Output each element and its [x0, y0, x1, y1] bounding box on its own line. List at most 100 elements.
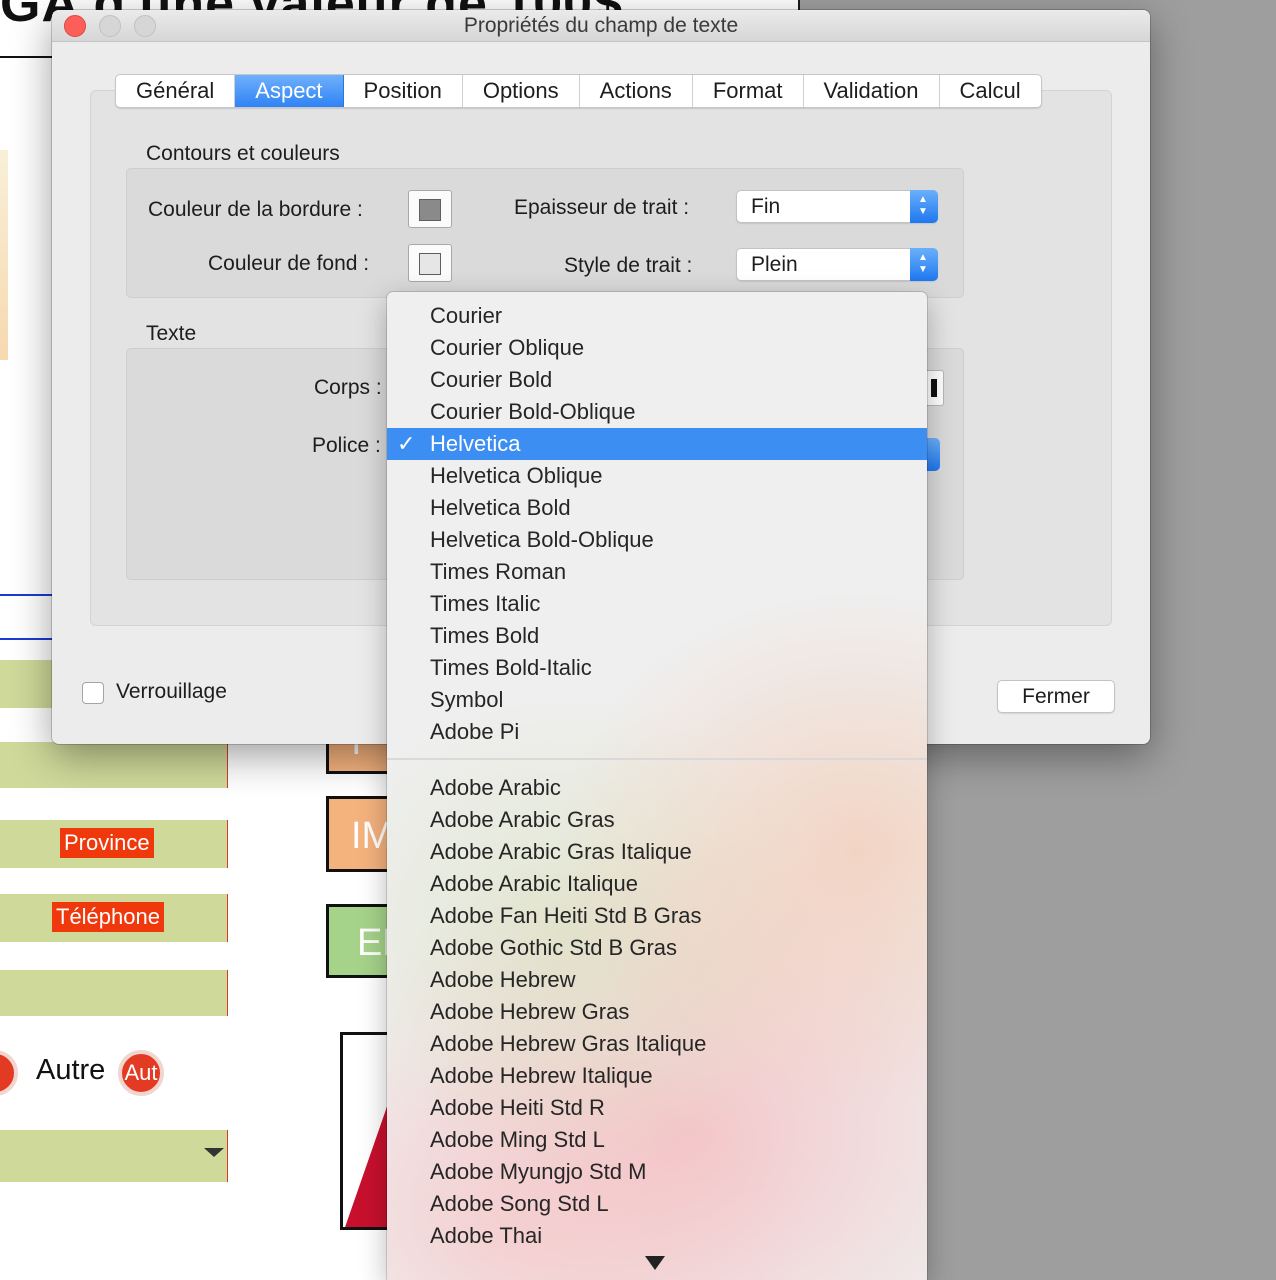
- line-style-value: Plein: [751, 253, 798, 276]
- font-menu-item[interactable]: Courier: [387, 300, 927, 332]
- line-width-label: Epaisseur de trait :: [514, 196, 690, 219]
- tab-validation[interactable]: Validation: [804, 75, 940, 107]
- font-menu-item-label: Helvetica Bold-Oblique: [430, 527, 654, 552]
- font-menu-item-label: Adobe Thai: [430, 1223, 543, 1248]
- font-menu-item-label: Times Bold: [430, 623, 540, 648]
- tab-position[interactable]: Position: [344, 75, 463, 107]
- lock-label: Verrouillage: [116, 680, 227, 703]
- font-menu-item[interactable]: Times Bold-Italic: [387, 652, 927, 684]
- font-menu-item[interactable]: Adobe Arabic Italique: [387, 868, 927, 900]
- font-menu-item-label: Adobe Heiti Std R: [430, 1095, 605, 1120]
- font-menu-item-label: Adobe Fan Heiti Std B Gras: [430, 903, 702, 928]
- font-menu-item[interactable]: Adobe Arabic Gras: [387, 804, 927, 836]
- close-button[interactable]: Fermer: [997, 680, 1115, 713]
- font-menu-item[interactable]: Courier Bold: [387, 364, 927, 396]
- border-color-well[interactable]: [408, 190, 452, 228]
- line-width-select[interactable]: Fin ▲ ▼: [736, 190, 938, 223]
- font-menu-item[interactable]: Adobe Ming Std L: [387, 1124, 927, 1156]
- font-menu-item[interactable]: Adobe Thai: [387, 1220, 927, 1252]
- font-menu-item-label: Adobe Gothic Std B Gras: [430, 935, 678, 960]
- font-menu-item-label: Adobe Arabic Italique: [430, 871, 638, 896]
- font-menu-item[interactable]: Courier Oblique: [387, 332, 927, 364]
- font-menu-item-label: Courier Oblique: [430, 335, 585, 360]
- background-button-2[interactable]: IM: [326, 796, 396, 872]
- radio-autre[interactable]: Aut: [118, 1050, 164, 1096]
- heading-rule: [0, 56, 54, 58]
- form-field-2[interactable]: [0, 742, 228, 788]
- font-menu-item-label: Courier: [430, 303, 503, 328]
- font-menu-item[interactable]: Courier Bold-Oblique: [387, 396, 927, 428]
- province-tag: Province: [60, 828, 154, 858]
- contours-group-title: Contours et couleurs: [146, 142, 340, 165]
- checkmark-icon: ✓: [397, 431, 416, 456]
- tab-calcul[interactable]: Calcul: [940, 75, 1041, 107]
- font-menu-item[interactable]: Adobe Gothic Std B Gras: [387, 932, 927, 964]
- border-color-swatch: [419, 199, 441, 221]
- font-menu-item[interactable]: Adobe Heiti Std R: [387, 1092, 927, 1124]
- font-menu-item[interactable]: Helvetica Oblique: [387, 460, 927, 492]
- tab-aspect[interactable]: Aspect: [235, 75, 344, 107]
- font-menu-item-label: Adobe Arabic Gras Italique: [430, 839, 692, 864]
- font-menu-item[interactable]: Adobe Hebrew Italique: [387, 1060, 927, 1092]
- font-menu-item-label: Courier Bold-Oblique: [430, 399, 636, 424]
- font-menu-item-label: Times Bold-Italic: [430, 655, 592, 680]
- font-menu-item[interactable]: Adobe Hebrew Gras: [387, 996, 927, 1028]
- line-style-label: Style de trait :: [564, 254, 693, 277]
- tab-general[interactable]: Général: [116, 75, 236, 107]
- font-menu-item-label: Adobe Myungjo Std M: [430, 1159, 647, 1184]
- radio-bubble-left[interactable]: [0, 1050, 18, 1096]
- font-menu-group-standard: Courier Courier Oblique Courier Bold Courie…: [387, 300, 927, 748]
- font-menu-item[interactable]: Adobe Arabic Gras Italique: [387, 836, 927, 868]
- font-menu-item[interactable]: Adobe Song Std L: [387, 1188, 927, 1220]
- font-menu-item[interactable]: Helvetica Bold: [387, 492, 927, 524]
- background-button-3[interactable]: EN: [326, 904, 396, 978]
- font-menu-item-label: Adobe Arabic: [430, 775, 561, 800]
- dropdown-arrow-icon[interactable]: [204, 1148, 224, 1157]
- tab-actions[interactable]: Actions: [580, 75, 693, 107]
- fill-color-swatch: [419, 253, 441, 275]
- tab-options[interactable]: Options: [463, 75, 580, 107]
- font-menu-item[interactable]: Times Bold: [387, 620, 927, 652]
- text-group-title: Texte: [146, 322, 197, 345]
- autre-label: Autre: [36, 1054, 106, 1086]
- side-artwork: [0, 150, 8, 360]
- form-field-3[interactable]: [0, 970, 228, 1016]
- font-menu-item-label: Adobe Hebrew Gras Italique: [430, 1031, 707, 1056]
- dialog-title: Propriétés du champ de texte: [463, 14, 739, 37]
- font-menu-item-label: Helvetica Oblique: [430, 463, 603, 488]
- blue-rule-bottom: [0, 638, 54, 640]
- tab-format[interactable]: Format: [693, 75, 804, 107]
- fill-color-label: Couleur de fond :: [208, 252, 370, 275]
- updown-chevron-icon: ▲ ▼: [910, 248, 938, 281]
- font-menu-item-label: Adobe Hebrew: [430, 967, 576, 992]
- font-menu-item[interactable]: Adobe Pi: [387, 716, 927, 748]
- font-menu-item-label: Adobe Arabic Gras: [430, 807, 615, 832]
- telephone-tag: Téléphone: [52, 902, 164, 932]
- font-menu-item[interactable]: Symbol: [387, 684, 927, 716]
- tab-bar: Général Aspect Position Options Actions …: [115, 74, 1042, 108]
- font-menu-item-label: Adobe Hebrew Gras: [430, 999, 630, 1024]
- font-menu-item[interactable]: ✓ Helvetica: [387, 428, 927, 460]
- font-menu-item-label: Times Roman: [430, 559, 567, 584]
- dropdown-field[interactable]: [0, 1130, 228, 1182]
- line-style-select[interactable]: Plein ▲ ▼: [736, 248, 938, 281]
- font-menu-item-label: Helvetica: [430, 431, 521, 456]
- menu-separator: [387, 758, 927, 760]
- font-menu-item[interactable]: Adobe Hebrew Gras Italique: [387, 1028, 927, 1060]
- size-label: Corps :: [314, 376, 382, 399]
- font-menu-item-label: Adobe Song Std L: [430, 1191, 609, 1216]
- fill-color-well[interactable]: [408, 244, 452, 282]
- font-menu-item[interactable]: Adobe Arabic: [387, 772, 927, 804]
- font-menu-item[interactable]: Times Italic: [387, 588, 927, 620]
- font-menu-item[interactable]: Helvetica Bold-Oblique: [387, 524, 927, 556]
- title-bar[interactable]: Propriétés du champ de texte: [52, 10, 1150, 42]
- font-label: Police :: [312, 434, 381, 457]
- font-menu-item-label: Symbol: [430, 687, 504, 712]
- font-menu-item[interactable]: Adobe Hebrew: [387, 964, 927, 996]
- font-menu-item[interactable]: Adobe Fan Heiti Std B Gras: [387, 900, 927, 932]
- font-menu-item[interactable]: Times Roman: [387, 556, 927, 588]
- lock-checkbox[interactable]: [82, 682, 104, 704]
- font-menu-item[interactable]: Adobe Myungjo Std M: [387, 1156, 927, 1188]
- font-menu-item-label: Adobe Pi: [430, 719, 520, 744]
- triangle-down-icon[interactable]: [645, 1256, 665, 1270]
